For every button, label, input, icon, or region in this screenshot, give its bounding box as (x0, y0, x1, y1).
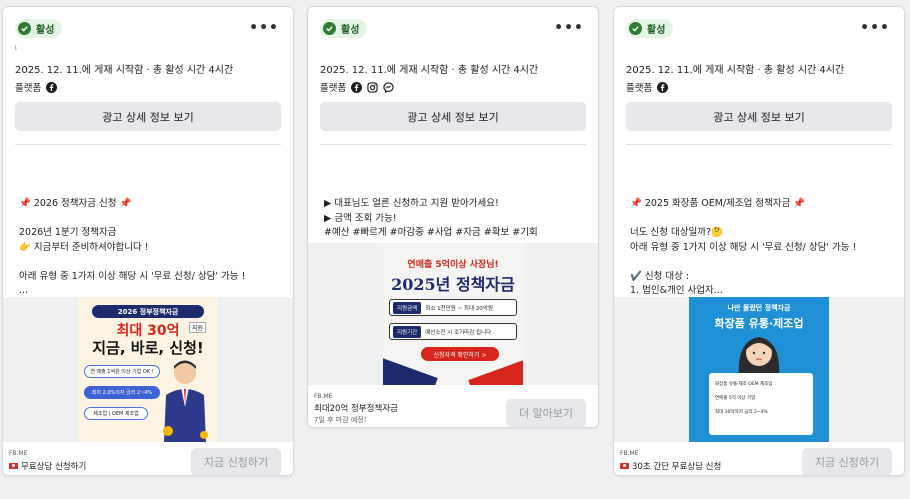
check-circle-icon (323, 22, 336, 35)
divider (320, 144, 586, 145)
footer-headline: 무료상담 신청하기 (9, 460, 86, 472)
status-badge: 활성 (15, 19, 63, 38)
facebook-icon (657, 81, 669, 93)
footer-headline: 30초 간단 무료상담 신청 (620, 460, 721, 472)
apply-now-button[interactable]: 지금 신청하기 (191, 448, 281, 475)
messenger-icon (383, 81, 394, 93)
platform-row: 플랫폼 (626, 80, 669, 94)
businessman-illustration (163, 360, 208, 442)
ad-body-text: 📌 2025 화장품 OEM/제조업 정책자금 📌 너도 신청 대상일까?🤔 아… (630, 198, 857, 296)
footer-domain: FB.ME (620, 450, 639, 457)
image-headline-2: 지금, 바로, 신청! (92, 339, 204, 357)
facebook-icon (46, 81, 58, 93)
image-row-1: 지원금액 최소 1천만원 ~ 최대 20억원 (389, 299, 517, 316)
image-top-line: 나만 몰랐던 정책자금 (727, 304, 791, 312)
woman-illustration (738, 337, 780, 375)
run-meta: 2025. 12. 11.에 게재 시작함 · 총 활성 시간 4시간 (626, 65, 845, 76)
ad-media[interactable]: 연매출 5억이상 사장님! 2025년 정책자금 지원금액 최소 1천만원 ~ … (308, 243, 598, 385)
card-header: 활성 ••• 2025. 12. 11.에 게재 시작함 · 총 활성 시간 4… (614, 7, 904, 107)
tiny-mark: ἰ (15, 45, 18, 52)
apply-now-button[interactable]: 지금 신청하기 (802, 448, 892, 475)
image-row-2: 지원기간 예산소진 시 조기마감 됩니다. (389, 323, 517, 340)
ad-body-text: 📌 2026 정책자금 신청 📌 2026년 1분기 정책자금 👉 지금부터 준… (19, 198, 246, 296)
platform-row: 플랫폼 (15, 80, 58, 94)
ad-footer: FB.ME 30초 간단 무료상담 신청 지금 신청하기 (614, 442, 904, 475)
ad-creative-image: 연매출 5억이상 사장님! 2025년 정책자금 지원금액 최소 1천만원 ~ … (383, 243, 523, 385)
flag-icon (9, 463, 18, 469)
image-info-box: 화장품 유통·제조 OEM 제조업 연매출 5억 이상 기업 최대 30억까지 … (709, 373, 813, 435)
run-meta: 2025. 12. 11.에 게재 시작함 · 총 활성 시간 4시간 (320, 65, 539, 76)
footer-domain: FB.ME (314, 393, 333, 400)
ad-media[interactable]: 2026 정부정책자금 최대 30억 지원 지금, 바로, 신청! 연 매출 1… (3, 297, 293, 442)
ad-details-button[interactable]: 광고 상세 정보 보기 (626, 102, 892, 131)
ad-footer: FB.ME 최대20억 정부정책자금 7일 후 마감 예정! 더 알아보기 (308, 385, 598, 427)
check-circle-icon (18, 22, 31, 35)
status-badge: 활성 (320, 19, 368, 38)
instagram-icon (367, 81, 378, 93)
ad-card-3: 활성 ••• 2025. 12. 11.에 게재 시작함 · 총 활성 시간 4… (613, 6, 905, 476)
more-options-icon[interactable]: ••• (554, 20, 584, 36)
ad-footer: FB.ME 무료상담 신청하기 지금 신청하기 (3, 442, 293, 475)
ad-creative-image: 2026 정부정책자금 최대 30억 지원 지금, 바로, 신청! 연 매출 1… (78, 297, 218, 442)
ad-body-text: ▶ 대표님도 얼른 신청하고 지원 받아가세요! ▶ 금액 조회 가능! #예산… (324, 198, 538, 238)
more-options-icon[interactable]: ••• (249, 20, 279, 36)
run-meta: 2025. 12. 11.에 게재 시작함 · 총 활성 시간 4시간 (15, 65, 234, 76)
more-options-icon[interactable]: ••• (860, 20, 890, 36)
image-title: 2025년 정책자금 (391, 275, 515, 294)
footer-domain: FB.ME (9, 450, 28, 457)
check-circle-icon (629, 22, 642, 35)
ad-card-1: 활성 ••• ἰ 2025. 12. 11.에 게재 시작함 · 총 활성 시간… (2, 6, 294, 476)
ad-card-2: 활성 ••• 2025. 12. 11.에 게재 시작함 · 총 활성 시간 4… (307, 6, 599, 428)
image-tag: 지원 (188, 322, 206, 333)
footer-subline: 7일 후 마감 예정! (314, 416, 367, 424)
platform-row: 플랫폼 (320, 80, 394, 94)
learn-more-button[interactable]: 더 알아보기 (506, 399, 586, 427)
card-header: 활성 ••• ἰ 2025. 12. 11.에 게재 시작함 · 총 활성 시간… (3, 7, 293, 107)
ad-media[interactable]: 나만 몰랐던 정책자금 화장품 유통·제조업 화장품 유통·제조 OEM 제조업… (614, 297, 904, 442)
image-title: 화장품 유통·제조업 (714, 317, 804, 330)
ad-details-button[interactable]: 광고 상세 정보 보기 (320, 102, 586, 131)
ad-details-button[interactable]: 광고 상세 정보 보기 (15, 102, 281, 131)
image-cta: 신청자격 확인하기 > (421, 347, 499, 361)
flag-icon (620, 463, 629, 469)
status-badge: 활성 (626, 19, 674, 38)
image-top-line: 연매출 5억이상 사장님! (407, 260, 499, 270)
divider (626, 144, 892, 145)
card-header: 활성 ••• 2025. 12. 11.에 게재 시작함 · 총 활성 시간 4… (308, 7, 598, 107)
footer-headline: 최대20억 정부정책자금 (314, 404, 398, 414)
ad-creative-image: 나만 몰랐던 정책자금 화장품 유통·제조업 화장품 유통·제조 OEM 제조업… (689, 297, 829, 442)
facebook-icon (351, 81, 363, 93)
divider (15, 144, 281, 145)
